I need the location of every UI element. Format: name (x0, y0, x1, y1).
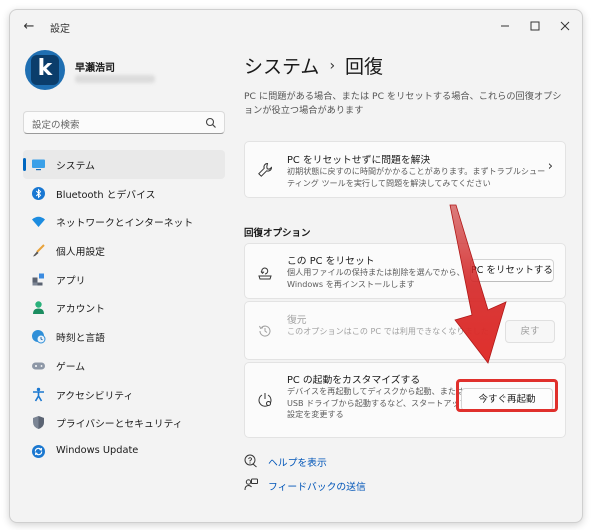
sidebar-item-privacy-security[interactable]: プライバシーとセキュリティ (23, 408, 225, 437)
startup-settings-icon (258, 393, 272, 407)
settings-window: ← 設定 k 早瀬浩司 設定の検索 システム Bluetooth とデバイス ネ… (9, 9, 583, 523)
shield-icon (33, 416, 44, 430)
sidebar-item-label: アプリ (56, 275, 86, 287)
troubleshoot-desc: 初期状態に戻すのに時間がかかることがあります。まずトラブルシューティング ツール… (287, 166, 546, 188)
sidebar-item-windows-update[interactable]: Windows Update (23, 437, 225, 466)
monitor-icon (32, 159, 45, 171)
reset-pc-card: この PC をリセット 個人用ファイルの保持または削除を選んでから、Window… (244, 243, 566, 299)
advanced-startup-title: PC の起動をカスタマイズする (287, 375, 421, 386)
sidebar-item-label: ゲーム (56, 361, 86, 373)
sidebar-item-label: プライバシーとセキュリティ (56, 419, 183, 431)
app-title: 設定 (50, 24, 70, 35)
feedback-link-label: フィードバックの送信 (268, 482, 366, 493)
feedback-link[interactable]: フィードバックの送信 (244, 478, 384, 496)
sidebar-nav: システム Bluetooth とデバイス ネットワークとインターネット 個人用設… (23, 150, 225, 466)
active-indicator (23, 158, 26, 171)
page-description: PC に問題がある場合、または PC をリセットする場合、これらの回復オプション… (244, 91, 562, 116)
wifi-icon (32, 217, 45, 228)
chevron-right-icon: › (329, 58, 336, 74)
brush-icon (33, 244, 45, 257)
update-icon (32, 444, 45, 458)
sidebar-item-bluetooth[interactable]: Bluetooth とデバイス (23, 179, 225, 208)
title-bar: ← 設定 (10, 10, 582, 42)
apps-icon (32, 273, 44, 286)
gamepad-icon (32, 362, 45, 370)
troubleshoot-title: PC をリセットせずに問題を解決 (287, 155, 431, 166)
help-icon (244, 454, 257, 468)
troubleshoot-card[interactable]: PC をリセットせずに問題を解決 初期状態に戻すのに時間がかかることがあります。… (244, 141, 566, 198)
minimize-icon (501, 25, 509, 27)
close-icon (560, 21, 570, 31)
reset-pc-desc: 個人用ファイルの保持または削除を選んでから、Windows を再インストールしま… (287, 267, 465, 289)
sidebar-item-label: Windows Update (56, 444, 139, 456)
sidebar-item-accounts[interactable]: アカウント (23, 293, 225, 322)
reset-icon (258, 267, 272, 280)
history-icon (259, 325, 271, 337)
sidebar-item-label: アカウント (56, 304, 105, 316)
help-link[interactable]: ヘルプを表示 (244, 454, 384, 472)
back-arrow-icon[interactable]: ← (20, 18, 38, 36)
section-recovery-options: 回復オプション (244, 228, 311, 239)
sidebar-item-label: Bluetooth とデバイス (56, 189, 156, 201)
sidebar-item-label: アクセシビリティ (56, 390, 134, 402)
chevron-right-icon: › (547, 159, 553, 174)
globe-clock-icon (32, 330, 46, 344)
sidebar-item-label: 時刻と言語 (56, 333, 105, 345)
sidebar-item-accessibility[interactable]: アクセシビリティ (23, 380, 225, 409)
restore-title: 復元 (287, 315, 307, 326)
bluetooth-icon (32, 186, 45, 200)
help-link-label: ヘルプを表示 (268, 458, 327, 469)
page-title: 回復 (345, 56, 384, 78)
feedback-icon (244, 478, 258, 491)
wrench-icon (258, 162, 273, 177)
search-icon (205, 117, 216, 128)
user-name: 早瀬浩司 (75, 63, 115, 74)
k-logo-icon: k (37, 56, 53, 81)
minimize-button[interactable] (495, 16, 515, 36)
restore-desc: このオプションはこの PC では利用できなくなりました (287, 326, 489, 336)
accessibility-icon (33, 387, 44, 401)
breadcrumb-system[interactable]: システム (244, 56, 319, 78)
maximize-icon (530, 21, 540, 31)
sidebar-item-label: ネットワークとインターネット (56, 218, 194, 230)
maximize-button[interactable] (525, 16, 545, 36)
highlight-box (456, 379, 558, 412)
person-icon (33, 301, 44, 315)
reset-pc-button[interactable]: PC をリセットする (470, 259, 554, 282)
avatar: k (25, 50, 65, 90)
advanced-startup-desc: デバイスを再起動してディスクから起動、または USB ドライブから起動するなど、… (287, 386, 468, 419)
search-placeholder: 設定の検索 (32, 120, 80, 131)
restore-card: 復元 このオプションはこの PC では利用できなくなりました 戻す (244, 301, 566, 360)
sidebar-item-label: 個人用設定 (56, 247, 105, 259)
user-email-blurred (75, 75, 155, 83)
sidebar-item-time-language[interactable]: 時刻と言語 (23, 322, 225, 351)
restore-button: 戻す (505, 320, 555, 343)
sidebar-item-apps[interactable]: アプリ (23, 265, 225, 294)
sidebar-item-gaming[interactable]: ゲーム (23, 351, 225, 380)
sidebar-item-label: システム (56, 161, 95, 172)
search-input[interactable]: 設定の検索 (23, 111, 225, 134)
sidebar-item-network[interactable]: ネットワークとインターネット (23, 207, 225, 236)
reset-pc-title: この PC をリセット (287, 256, 375, 267)
sidebar-item-system[interactable]: システム (23, 150, 225, 179)
close-button[interactable] (555, 16, 575, 36)
breadcrumb: システム › 回復 (244, 52, 383, 79)
sidebar-item-personalization[interactable]: 個人用設定 (23, 236, 225, 265)
